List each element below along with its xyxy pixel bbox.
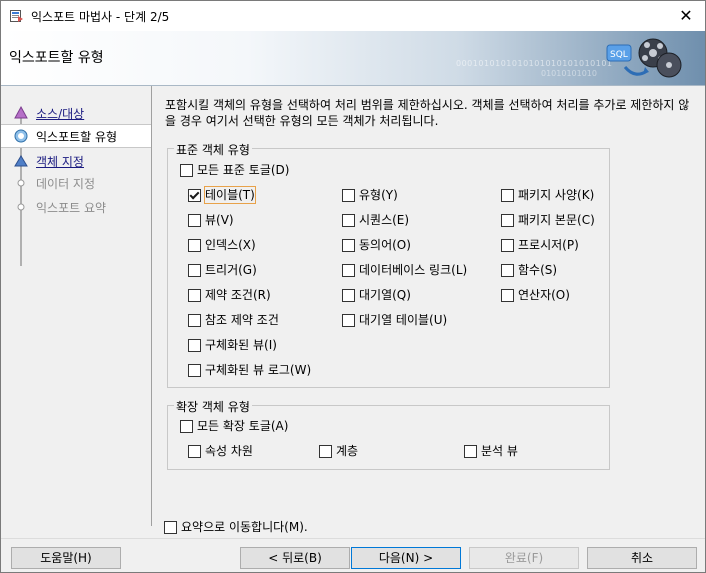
- checkbox-box[interactable]: [342, 289, 355, 302]
- checkbox-label: 대기열 테이블(U): [359, 313, 448, 327]
- page-title: 익스포트할 유형: [9, 50, 104, 66]
- checkbox-box[interactable]: [501, 264, 514, 277]
- wizard-content: 포함시킬 객체의 유형을 선택하여 처리 범위를 제한하십시오. 객체를 선택하…: [152, 86, 705, 538]
- checkbox-label: 트리거(G): [205, 263, 257, 277]
- checkbox-label: 모든 표준 토글(D): [197, 163, 290, 177]
- checkbox-box[interactable]: [464, 445, 477, 458]
- step-next-icon: [14, 155, 28, 167]
- svg-text:SQL: SQL: [610, 50, 628, 60]
- checkbox-label: 함수(S): [518, 263, 558, 277]
- checkbox-label: 인덱스(X): [205, 238, 256, 252]
- extended-object-types-group: 확장 객체 유형 모든 확장 토글(A) 속성 차원 계층 분석 뷰: [167, 398, 610, 470]
- nav-step-types-to-export[interactable]: 익스포트할 유형: [1, 124, 151, 148]
- checkbox-label: 대기열(Q): [359, 288, 411, 302]
- checkbox-box[interactable]: [342, 214, 355, 227]
- checkbox-label: 모든 확장 토글(A): [197, 419, 289, 433]
- step-current-icon: [14, 129, 28, 143]
- checkbox-label: 참조 제약 조건: [205, 313, 279, 327]
- instructions-text: 포함시킬 객체의 유형을 선택하여 처리 범위를 제한하십시오. 객체를 선택하…: [165, 98, 690, 128]
- checkbox-box[interactable]: [188, 445, 201, 458]
- close-icon[interactable]: ✕: [673, 4, 699, 28]
- checkbox-label: 패키지 본문(C): [518, 213, 595, 227]
- export-wizard-window: 익스포트 마법사 - 단계 2/5 ✕ 익스포트할 유형 00010101010…: [0, 0, 706, 573]
- checkbox-label: 구체화된 뷰(I): [205, 338, 277, 352]
- checkbox-box[interactable]: [180, 164, 193, 177]
- back-button[interactable]: < 뒤로(B): [240, 547, 350, 569]
- checkbox-label: 분석 뷰: [481, 444, 518, 458]
- finish-button: 완료(F): [469, 547, 579, 569]
- checkbox-box[interactable]: [188, 289, 201, 302]
- nav-step-label: 익스포트 요약: [36, 201, 107, 215]
- nav-step-export-summary: 익스포트 요약: [1, 196, 151, 218]
- checkbox-box[interactable]: [342, 189, 355, 202]
- checkbox-box[interactable]: [180, 420, 193, 433]
- checkbox-label: 연산자(O): [518, 288, 570, 302]
- nav-step-source-target[interactable]: 소스/대상: [1, 102, 151, 124]
- app-icon: [10, 10, 23, 22]
- checkbox-label: 유형(Y): [359, 188, 398, 202]
- checkbox-box[interactable]: [164, 521, 177, 534]
- checkbox-box[interactable]: [188, 264, 201, 277]
- step-pending-icon: [17, 179, 25, 187]
- checkbox-box[interactable]: [342, 314, 355, 327]
- nav-step-specify-data: 데이터 지정: [1, 172, 151, 194]
- checkbox-box[interactable]: [188, 189, 201, 202]
- nav-step-label: 데이터 지정: [36, 177, 96, 191]
- checkbox-label: 테이블(T): [204, 186, 256, 204]
- checkbox-box[interactable]: [188, 214, 201, 227]
- checkbox-label: 속성 차원: [205, 444, 253, 458]
- checkbox-label: 제약 조건(R): [205, 288, 271, 302]
- checkbox-box[interactable]: [342, 239, 355, 252]
- checkbox-box[interactable]: [342, 264, 355, 277]
- checkbox-label: 뷰(V): [205, 213, 234, 227]
- checkbox-box[interactable]: [319, 445, 332, 458]
- checkbox-label: 프로시저(P): [518, 238, 579, 252]
- checkbox-box[interactable]: [501, 214, 514, 227]
- banner-binary-text-2: 01010101010: [541, 69, 597, 78]
- next-button[interactable]: 다음(N) >: [351, 547, 461, 569]
- standard-object-types-group: 표준 객체 유형 모든 표준 토글(D) 테이블(T) 뷰(V) 인덱스(X) …: [167, 141, 610, 388]
- checkbox-box[interactable]: [188, 314, 201, 327]
- checkbox-box[interactable]: [188, 239, 201, 252]
- wizard-step-nav: 소스/대상 익스포트할 유형 객체 지정 데이터 지정 익스포트 요약: [1, 86, 152, 526]
- step-pending-icon: [17, 203, 25, 211]
- checkbox-box[interactable]: [501, 239, 514, 252]
- checkbox-label: 데이터베이스 링크(L): [359, 263, 468, 277]
- title-bar: 익스포트 마법사 - 단계 2/5 ✕: [1, 1, 705, 31]
- sql-export-icon: SQL: [606, 38, 682, 78]
- help-button[interactable]: 도움말(H): [11, 547, 121, 569]
- checkbox-label: 동의어(O): [359, 238, 411, 252]
- window-title: 익스포트 마법사 - 단계 2/5: [31, 10, 170, 24]
- checkbox-label: 요약으로 이동합니다(M).: [181, 520, 308, 534]
- group-legend: 표준 객체 유형: [174, 141, 252, 158]
- nav-step-specify-objects[interactable]: 객체 지정: [1, 150, 151, 172]
- checkbox-label: 시퀀스(E): [359, 213, 410, 227]
- group-legend: 확장 객체 유형: [174, 398, 252, 415]
- banner-binary-text: 0001010101010101010101010101: [456, 59, 613, 68]
- checkbox-box[interactable]: [501, 289, 514, 302]
- step-done-icon: [14, 105, 28, 119]
- checkbox-box[interactable]: [188, 339, 201, 352]
- footer-separator: [1, 538, 705, 539]
- nav-step-label: 소스/대상: [36, 107, 85, 121]
- nav-step-label: 익스포트할 유형: [36, 130, 118, 144]
- checkbox-box[interactable]: [188, 364, 201, 377]
- checkbox-label: 구체화된 뷰 로그(W): [205, 363, 312, 377]
- checkbox-label: 계층: [336, 444, 359, 458]
- cancel-button[interactable]: 취소: [587, 547, 697, 569]
- nav-step-label: 객체 지정: [36, 155, 84, 169]
- checkbox-label: 패키지 사양(K): [518, 188, 595, 202]
- wizard-banner: 익스포트할 유형 0001010101010101010101010101 01…: [1, 31, 705, 86]
- checkbox-box[interactable]: [501, 189, 514, 202]
